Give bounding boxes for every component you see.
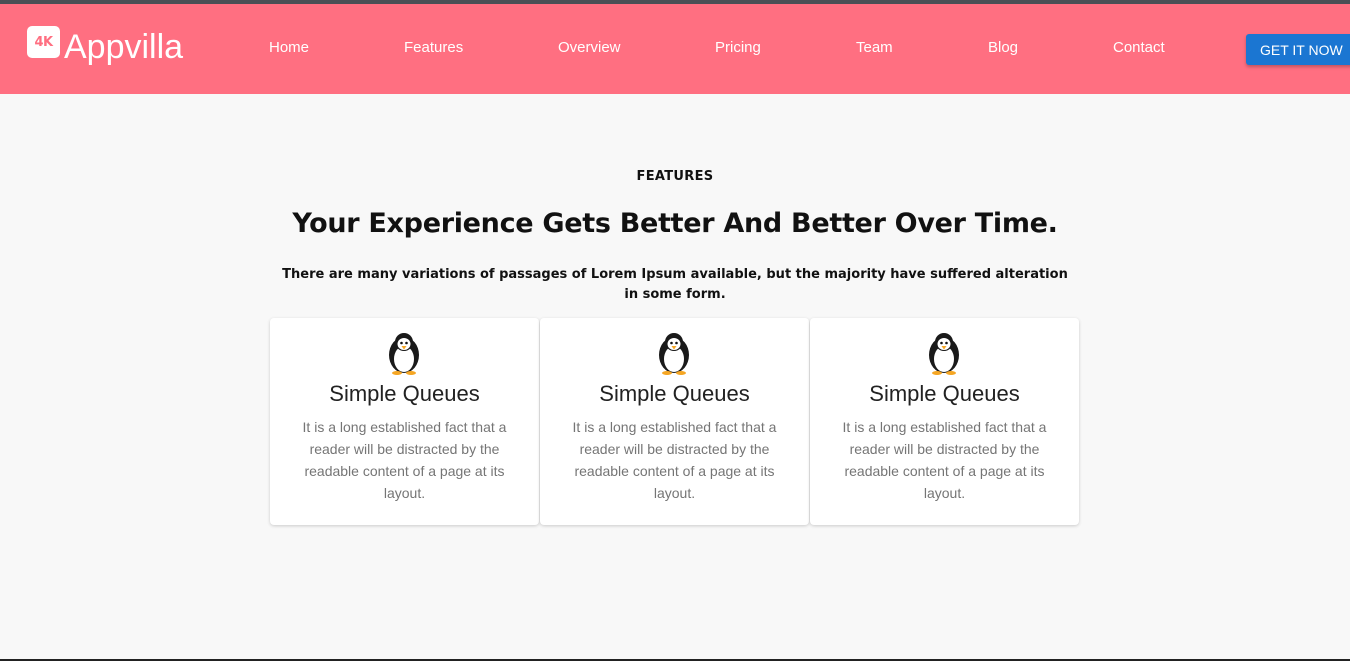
card-title: Simple Queues [329, 381, 480, 406]
section-headline: Your Experience Gets Better And Better O… [292, 208, 1058, 239]
get-it-now-button[interactable]: GET IT NOW [1246, 34, 1350, 65]
nav-link-pricing[interactable]: Pricing [715, 39, 761, 57]
feature-card: Simple Queues It is a long established f… [810, 318, 1079, 525]
brand-logo[interactable]: 4K Appvilla [27, 26, 183, 66]
nav-link-contact[interactable]: Contact [1113, 39, 1165, 57]
brand-badge: 4K [27, 26, 60, 58]
card-text: It is a long established fact that a rea… [842, 419, 1047, 501]
feature-card: Simple Queues It is a long established f… [270, 318, 539, 525]
card-text: It is a long established fact that a rea… [302, 419, 507, 501]
section-subtext: There are many variations of passages of… [282, 267, 1068, 302]
card-title: Simple Queues [869, 381, 1020, 406]
nav-link-features[interactable]: Features [404, 39, 463, 57]
feature-card: Simple Queues It is a long established f… [540, 318, 809, 525]
navbar: 4K Appvilla Home Features Overview Prici… [0, 4, 1350, 94]
penguin-icon [929, 333, 959, 375]
penguin-icon [389, 333, 419, 375]
card-text: It is a long established fact that a rea… [572, 419, 777, 501]
nav-link-team[interactable]: Team [856, 39, 893, 57]
nav-link-blog[interactable]: Blog [988, 39, 1018, 57]
nav-link-home[interactable]: Home [269, 39, 309, 57]
feature-cards: Simple Queues It is a long established f… [270, 318, 1080, 525]
section-eyebrow: FEATURES [636, 169, 714, 184]
card-title: Simple Queues [599, 381, 750, 406]
penguin-icon [659, 333, 689, 375]
brand-name: Appvilla [64, 28, 184, 66]
nav-link-overview[interactable]: Overview [558, 39, 621, 57]
